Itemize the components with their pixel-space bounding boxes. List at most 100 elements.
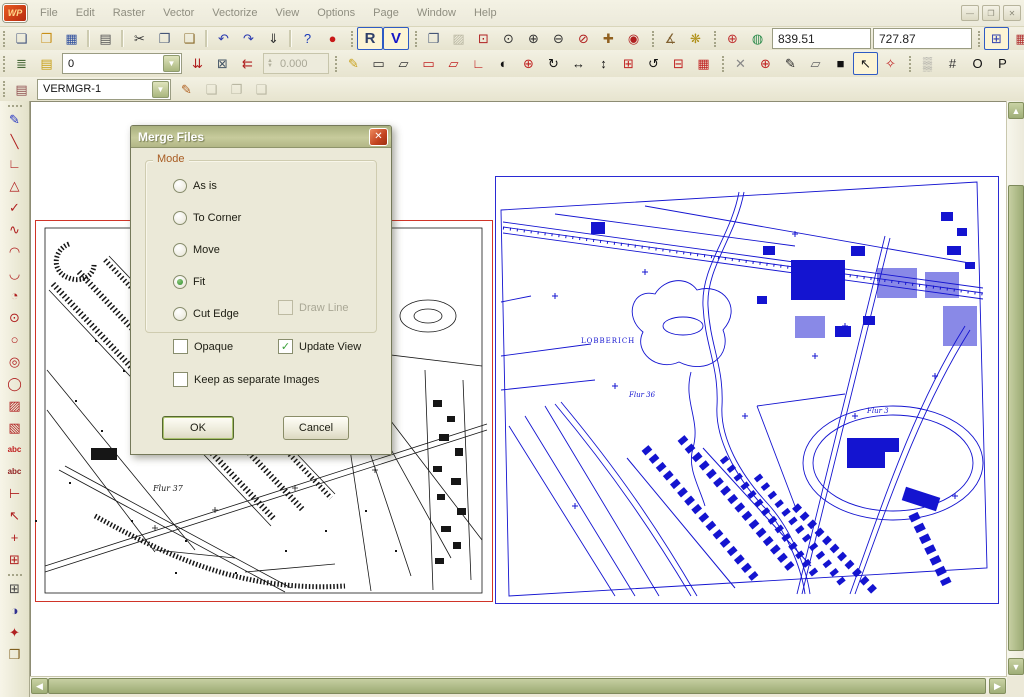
text-tool[interactable]: abc <box>2 439 27 460</box>
arc-3point-tool[interactable]: ◡ <box>2 263 27 284</box>
spline-tool[interactable]: ∿ <box>2 219 27 240</box>
radio-cut-edge[interactable]: Cut Edge <box>173 298 241 330</box>
update-view-checkbox[interactable]: Update View <box>278 339 361 354</box>
toolbar-grip[interactable] <box>8 105 22 107</box>
snap-target-button[interactable]: ⊕ <box>753 52 778 75</box>
pan-button[interactable]: ✚ <box>596 27 621 50</box>
radio-fit[interactable]: Fit <box>173 266 241 298</box>
rotate-free-button[interactable]: ↺ <box>641 52 666 75</box>
save-button[interactable]: ▦ <box>59 27 84 50</box>
wand-box-tool[interactable]: ✦ <box>2 622 27 643</box>
vertical-scrollbar[interactable]: ▲ ▼ <box>1006 101 1024 676</box>
arc-tool[interactable]: ◠ <box>2 241 27 262</box>
merge-files-button[interactable]: ⊞ <box>984 27 1009 50</box>
paste-button[interactable]: ❑ <box>177 27 202 50</box>
scroll-up-button[interactable]: ▲ <box>1008 102 1024 119</box>
redo-button[interactable]: ↷ <box>236 27 261 50</box>
chevron-down-icon[interactable]: ▼ <box>152 81 169 98</box>
restore-button[interactable]: ❐ <box>982 5 1000 21</box>
dimension-tool[interactable]: ⊢ <box>2 483 27 504</box>
vector-mode-toggle[interactable]: V <box>383 27 409 50</box>
circle-center-tool[interactable]: ⊙ <box>2 307 27 328</box>
zoom-previous-button[interactable]: ⊘ <box>571 27 596 50</box>
ortho-button[interactable]: O <box>965 52 990 75</box>
split-view-tool[interactable]: ◑ <box>2 600 27 621</box>
raster-mode-toggle[interactable]: R <box>357 27 383 50</box>
style-combobox[interactable]: VERMGR-1 ▼ <box>37 79 171 100</box>
hatch-rect-tool[interactable]: ▨ <box>2 395 27 416</box>
cut-button[interactable]: ✂ <box>127 27 152 50</box>
delete-area-button[interactable]: ⊠ <box>210 52 235 75</box>
scroll-right-button[interactable]: ▶ <box>989 678 1006 694</box>
select-rect-button[interactable]: ▭ <box>416 52 441 75</box>
menu-vector[interactable]: Vector <box>154 4 203 22</box>
polar-button[interactable]: P <box>990 52 1015 75</box>
radio-as-is[interactable]: As is <box>173 170 241 202</box>
select-rect-raster-button[interactable]: ▭ <box>366 52 391 75</box>
opaque-checkbox[interactable]: Opaque <box>173 339 233 354</box>
polyline-tool[interactable]: ∟ <box>2 153 27 174</box>
scale-selection-button[interactable]: ⊞ <box>616 52 641 75</box>
horizontal-scrollbar[interactable]: ◀ ▶ <box>30 676 1007 694</box>
menu-page[interactable]: Page <box>364 4 408 22</box>
radio-move[interactable]: Move <box>173 234 241 266</box>
toolbar-grip[interactable] <box>8 574 22 576</box>
insert-file-button[interactable]: ⇓ <box>261 27 286 50</box>
circle-tool[interactable]: ○ <box>2 329 27 350</box>
polygon-tool[interactable]: △ <box>2 175 27 196</box>
line-tool[interactable]: ╲ <box>2 131 27 152</box>
close-icon[interactable]: ✕ <box>369 128 388 146</box>
menu-file[interactable]: File <box>31 4 67 22</box>
stop-button[interactable]: ● <box>320 27 345 50</box>
move-horizontal-button[interactable]: ↔ <box>566 52 591 75</box>
coordinate-y-field[interactable]: 727.87 <box>873 28 972 49</box>
snap-raster-button[interactable]: ∩ <box>1015 52 1024 75</box>
open-button[interactable]: ❒ <box>34 27 59 50</box>
halftone-button[interactable]: ▒ <box>915 52 940 75</box>
duplicate-view-button[interactable]: ❐ <box>421 27 446 50</box>
table-edit-tool[interactable]: ⊞ <box>2 578 27 599</box>
zoom-in-button[interactable]: ⊕ <box>521 27 546 50</box>
zoom-window-button[interactable]: ◉ <box>621 27 646 50</box>
line-width-spinner[interactable]: ▲▼ 0.000 <box>263 53 329 74</box>
menu-help[interactable]: Help <box>465 4 506 22</box>
fill-color-button[interactable]: ■ <box>828 52 853 75</box>
leader-tool[interactable]: ↖ <box>2 505 27 526</box>
vertical-scroll-thumb[interactable] <box>1008 185 1024 651</box>
menu-options[interactable]: Options <box>308 4 364 22</box>
magic-wand-button[interactable]: ✧ <box>878 52 903 75</box>
table-tool[interactable]: ⊞ <box>2 549 27 570</box>
context-help-button[interactable]: ? <box>295 27 320 50</box>
rotate-selection-button[interactable]: ↻ <box>541 52 566 75</box>
clean-raster-button[interactable]: ❋ <box>683 27 708 50</box>
menu-edit[interactable]: Edit <box>67 4 104 22</box>
pie-tool[interactable]: ◔ <box>2 285 27 306</box>
select-vertex-button[interactable]: ∟ <box>466 52 491 75</box>
scroll-down-button[interactable]: ▼ <box>1008 658 1024 675</box>
edit-style-button[interactable]: ✎ <box>174 78 199 101</box>
transform-selection-button[interactable]: ⊕ <box>516 52 541 75</box>
style-table-button[interactable]: ▤ <box>9 78 34 101</box>
cancel-button[interactable]: Cancel <box>283 416 349 440</box>
zoom-out-button[interactable]: ⊖ <box>546 27 571 50</box>
scroll-left-button[interactable]: ◀ <box>31 678 48 694</box>
pencil-tool[interactable]: ✎ <box>2 109 27 130</box>
align-selection-button[interactable]: ⊟ <box>666 52 691 75</box>
move-vertical-button[interactable]: ↕ <box>591 52 616 75</box>
split-quadrant-button[interactable]: ▦ <box>691 52 716 75</box>
select-brush-button[interactable]: ✎ <box>341 52 366 75</box>
menu-window[interactable]: Window <box>408 4 465 22</box>
copy-button[interactable]: ❐ <box>152 27 177 50</box>
point-tool[interactable]: + <box>2 527 27 548</box>
pointer-select-button[interactable]: ↖ <box>853 52 878 75</box>
world-view-button[interactable]: ◍ <box>745 27 770 50</box>
print-button[interactable]: ▤ <box>93 27 118 50</box>
merge-layer-button[interactable]: ⇇ <box>235 52 260 75</box>
crop-button[interactable]: ⊡ <box>471 27 496 50</box>
radio-to-corner[interactable]: To Corner <box>173 202 241 234</box>
select-poly-button[interactable]: ▱ <box>441 52 466 75</box>
tile-pages-button[interactable]: ▦ <box>1009 27 1024 50</box>
keep-separate-checkbox[interactable]: Keep as separate Images <box>173 372 319 387</box>
multiline-text-tool[interactable]: abc <box>2 461 27 482</box>
select-poly-raster-button[interactable]: ▱ <box>391 52 416 75</box>
